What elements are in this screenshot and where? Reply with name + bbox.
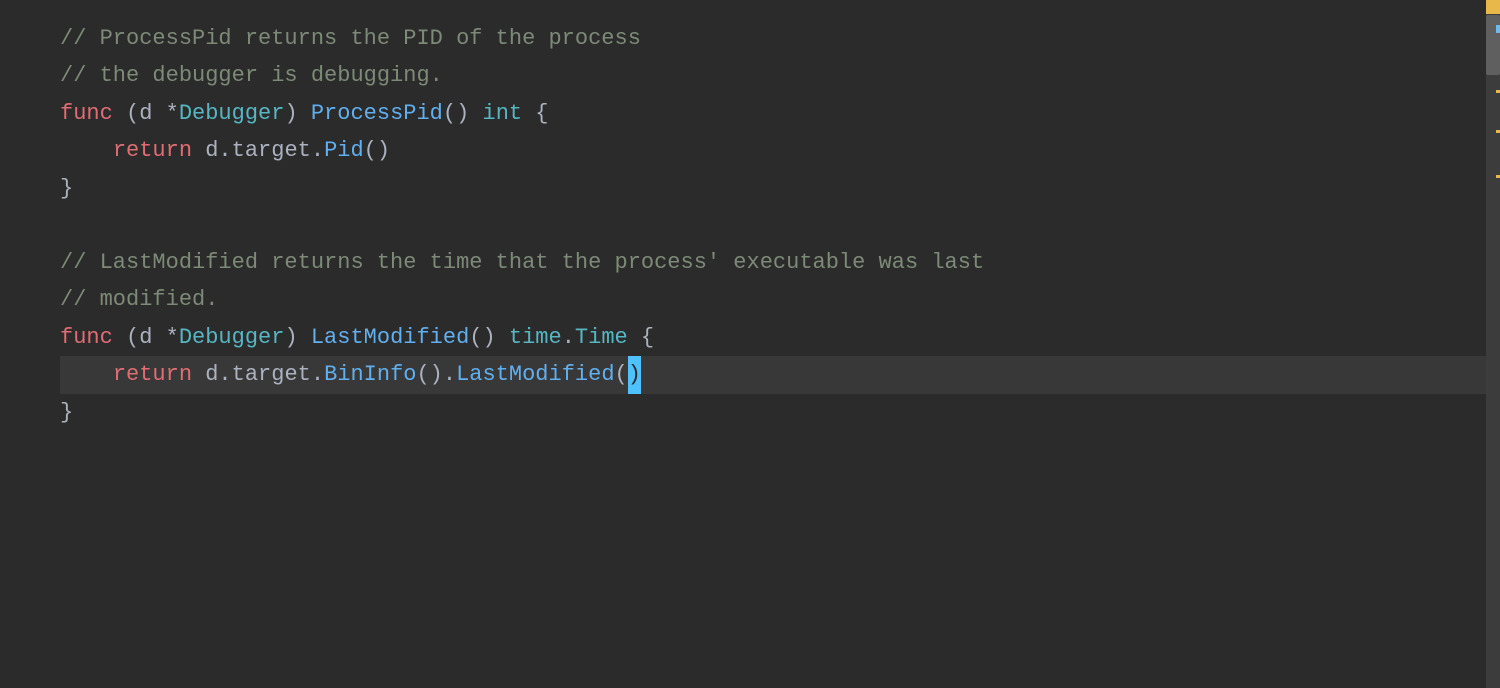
- code-line-9: func (d *Debugger) LastModified() time.T…: [60, 319, 1486, 356]
- func-lastmodified: LastModified: [311, 319, 469, 356]
- empty-line: [60, 207, 1486, 244]
- scrollbar-minimap[interactable]: [1486, 0, 1500, 688]
- plain-text: ): [284, 319, 310, 356]
- keyword-return: return: [113, 356, 192, 393]
- scrollbar-thumb[interactable]: [1486, 15, 1500, 75]
- plain-text: (: [615, 356, 628, 393]
- code-area[interactable]: // ProcessPid returns the PID of the pro…: [0, 0, 1486, 688]
- code-line-5: }: [60, 170, 1486, 207]
- editor-container: // ProcessPid returns the PID of the pro…: [0, 0, 1500, 688]
- code-line-11: }: [60, 394, 1486, 431]
- comment-text: // ProcessPid returns the PID of the pro…: [60, 20, 641, 57]
- plain-text: (): [364, 132, 390, 169]
- code-line-1: // ProcessPid returns the PID of the pro…: [60, 20, 1486, 57]
- indent: [60, 356, 113, 393]
- type-debugger: Debugger: [179, 319, 285, 356]
- brace-close: }: [60, 394, 73, 431]
- code-line-10: return d.target.BinInfo().LastModified(): [60, 356, 1486, 393]
- code-line-3: func (d *Debugger) ProcessPid() int {: [60, 95, 1486, 132]
- minimap-highlight-4: [1496, 175, 1500, 178]
- brace-close: }: [60, 170, 73, 207]
- comment-text: // modified.: [60, 281, 218, 318]
- plain-text: d.target.: [192, 132, 324, 169]
- keyword-func: func: [60, 319, 113, 356]
- plain-text: (d *: [113, 319, 179, 356]
- func-processpid: ProcessPid: [311, 95, 443, 132]
- type-debugger: Debugger: [179, 95, 285, 132]
- comment-text: // the debugger is debugging.: [60, 57, 443, 94]
- comment-text: // LastModified returns the time that th…: [60, 244, 984, 281]
- plain-text: d.target.: [192, 356, 324, 393]
- plain-text: (d *: [113, 95, 179, 132]
- plain-text: ().: [416, 356, 456, 393]
- type-time: time: [509, 319, 562, 356]
- minimap-highlight-2: [1496, 90, 1500, 93]
- cursor: ): [628, 356, 641, 393]
- indent: [60, 132, 113, 169]
- type-int: int: [483, 95, 523, 132]
- method-pid: Pid: [324, 132, 364, 169]
- code-line-2: // the debugger is debugging.: [60, 57, 1486, 94]
- plain-text: (): [443, 95, 483, 132]
- plain-text: .: [562, 319, 575, 356]
- method-lastmodified: LastModified: [456, 356, 614, 393]
- plain-text: {: [522, 95, 548, 132]
- plain-text: (): [469, 319, 509, 356]
- plain-text: ): [284, 95, 310, 132]
- code-line-8: // modified.: [60, 281, 1486, 318]
- type-time-time: Time: [575, 319, 628, 356]
- keyword-return: return: [113, 132, 192, 169]
- minimap-highlight-1: [1496, 10, 1500, 13]
- keyword-func: func: [60, 95, 113, 132]
- code-line-4: return d.target.Pid(): [60, 132, 1486, 169]
- minimap-highlight-3: [1496, 130, 1500, 133]
- code-line-7: // LastModified returns the time that th…: [60, 244, 1486, 281]
- method-bininfo: BinInfo: [324, 356, 416, 393]
- plain-text: {: [628, 319, 654, 356]
